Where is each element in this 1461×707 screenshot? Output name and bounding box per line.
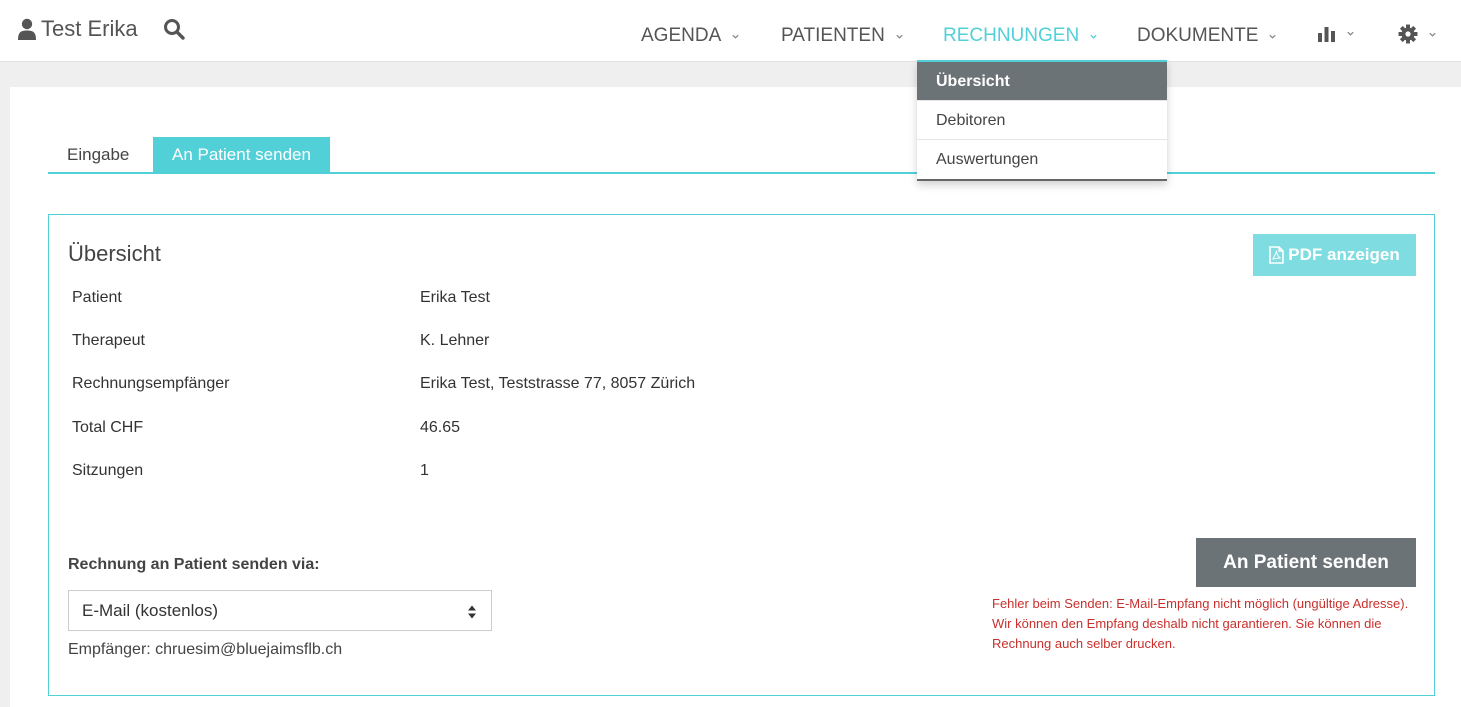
user-menu[interactable]: Test Erika [17,16,138,42]
tab-eingabe[interactable]: Eingabe [48,137,148,172]
chevron-down-icon [1090,34,1097,39]
user-icon [18,18,36,40]
nav-settings[interactable] [1398,24,1437,44]
row-value: 46.65 [420,419,461,436]
nav-dokumente[interactable]: DOKUMENTE [1137,25,1277,47]
row-value: Erika Test [420,289,490,306]
gear-icon [1398,24,1418,44]
nav-agenda-label: AGENDA [641,25,722,46]
dropdown-item-auswertungen[interactable]: Auswertungen [917,140,1167,179]
pdf-button-label: PDF anzeigen [1288,245,1400,264]
rechnungen-dropdown-menu: Übersicht Debitoren Auswertungen [917,60,1167,181]
user-name: Test Erika [41,16,138,41]
row-value: K. Lehner [420,332,490,349]
row-value: 1 [420,462,429,479]
send-method-select[interactable]: E-Mail (kostenlos) [68,590,492,631]
nav-patienten-label: PATIENTEN [781,25,885,46]
nav-agenda[interactable]: AGENDA [641,25,740,47]
chevron-down-icon [732,34,739,39]
nav-patienten[interactable]: PATIENTEN [781,25,904,47]
send-method-label: Rechnung an Patient senden via: [68,556,320,573]
overview-panel: Übersicht PDF anzeigen Patient Erika Tes… [48,214,1435,696]
chevron-down-icon [1347,31,1354,36]
row-label: Rechnungsempfänger [72,375,230,392]
an-patient-senden-button[interactable]: An Patient senden [1196,538,1416,587]
dropdown-item-debitoren[interactable]: Debitoren [917,101,1167,140]
row-label: Patient [72,289,122,306]
chevron-down-icon [896,34,903,39]
bar-chart-icon [1318,27,1335,42]
send-error-message: Fehler beim Senden: E-Mail-Empfang nicht… [992,596,1409,651]
pdf-file-icon [1269,246,1285,264]
select-value: E-Mail (kostenlos) [82,601,219,620]
dropdown-item-uebersicht[interactable]: Übersicht [917,62,1167,101]
tab-bar: Eingabe An Patient senden [48,137,1435,174]
row-value: Erika Test, Teststrasse 77, 8057 Zürich [420,375,696,392]
pdf-anzeigen-button[interactable]: PDF anzeigen [1253,234,1416,276]
panel-title: Übersicht [68,241,161,266]
tab-an-patient-senden[interactable]: An Patient senden [153,137,330,172]
sort-arrows-icon [468,605,476,619]
row-label: Total CHF [72,419,144,436]
nav-rechnungen[interactable]: RECHNUNGEN [943,25,1098,47]
chevron-down-icon [1429,32,1436,37]
search-icon[interactable] [163,18,185,40]
chevron-down-icon [1269,34,1277,39]
nav-dokumente-label: DOKUMENTE [1137,25,1259,46]
nav-rechnungen-label: RECHNUNGEN [943,25,1080,46]
top-navigation-bar: Test Erika AGENDA PATIENTEN RECHNUNGEN D… [0,0,1461,62]
nav-statistics[interactable] [1317,24,1355,43]
row-label: Sitzungen [72,462,144,479]
recipient-email: Empfänger: chruesim@bluejaimsflb.ch [68,641,343,658]
main-card: Eingabe An Patient senden Übersicht PDF … [10,87,1461,707]
row-label: Therapeut [72,332,145,349]
